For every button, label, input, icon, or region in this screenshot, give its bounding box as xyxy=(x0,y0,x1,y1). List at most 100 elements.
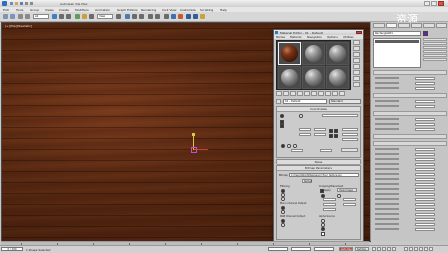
frame-counter[interactable]: 0 / 100 xyxy=(1,247,23,251)
rotate-button[interactable] xyxy=(341,148,358,152)
param-field[interactable] xyxy=(415,222,435,226)
schematic-view-icon[interactable] xyxy=(171,14,176,19)
tiling-u-field[interactable] xyxy=(314,128,326,131)
param-field[interactable] xyxy=(415,152,435,156)
param-field[interactable] xyxy=(415,167,435,171)
x-coordinate-field[interactable] xyxy=(268,247,288,251)
make-unique-button[interactable] xyxy=(311,91,317,96)
rendering-rollout[interactable] xyxy=(373,70,447,75)
jitter-field[interactable] xyxy=(323,208,336,211)
next-frame-button[interactable] xyxy=(387,247,391,251)
param-field[interactable] xyxy=(415,81,435,85)
tab-hierarchy[interactable] xyxy=(398,23,410,28)
align-icon[interactable] xyxy=(155,14,160,19)
param-field[interactable] xyxy=(415,99,435,103)
menu-material[interactable]: Material xyxy=(290,35,301,39)
alpha-as-gray-radio[interactable] xyxy=(281,223,285,227)
alpha-radio[interactable] xyxy=(281,210,285,214)
make-preview-button[interactable] xyxy=(353,70,360,75)
new-file-icon[interactable] xyxy=(10,2,13,5)
menu-edit[interactable]: Edit xyxy=(3,8,9,12)
mirror-v-checkbox[interactable] xyxy=(329,133,333,138)
mirror-icon[interactable] xyxy=(148,14,153,19)
angle-snap-icon[interactable] xyxy=(132,14,137,19)
blur-field[interactable] xyxy=(291,149,303,152)
go-to-end-button[interactable] xyxy=(392,247,396,251)
modifier-list-dropdown[interactable] xyxy=(423,38,447,41)
coordinates-rollout-header[interactable]: Coordinates xyxy=(277,107,360,112)
reset-map-button[interactable] xyxy=(297,91,303,96)
crop-h-field[interactable] xyxy=(343,203,356,206)
get-material-button[interactable] xyxy=(276,91,282,96)
menu-civil-view[interactable]: Civil View xyxy=(162,8,176,12)
sample-slot-6[interactable] xyxy=(326,66,349,89)
curve-editor-icon[interactable] xyxy=(164,14,169,19)
select-object-icon[interactable] xyxy=(52,14,57,19)
y-coordinate-field[interactable] xyxy=(291,247,311,251)
video-check-button[interactable] xyxy=(353,64,360,69)
auto-key-button[interactable]: Auto Key xyxy=(339,247,353,251)
save-file-icon[interactable] xyxy=(20,2,23,5)
menu-rendering[interactable]: Rendering xyxy=(141,8,156,12)
orbit-icon[interactable] xyxy=(414,247,418,251)
object-name-field[interactable]: Rectangle001 xyxy=(373,31,421,36)
menu-animation[interactable]: Animation xyxy=(95,8,110,12)
noise-rollout[interactable]: Noise xyxy=(276,159,361,165)
menu-modes[interactable]: Modes xyxy=(276,35,285,39)
place-radio[interactable] xyxy=(337,194,341,198)
undo-tool-icon[interactable] xyxy=(3,14,8,19)
param-field[interactable] xyxy=(415,217,435,221)
tab-motion[interactable] xyxy=(410,23,422,28)
geometry-rollout[interactable] xyxy=(373,141,447,146)
sample-slot-5[interactable] xyxy=(302,66,325,89)
unlink-icon[interactable] xyxy=(25,14,30,19)
view-image-button[interactable]: View Image xyxy=(337,188,357,192)
premultiplied-alpha-checkbox[interactable] xyxy=(321,232,325,236)
percent-snap-icon[interactable] xyxy=(139,14,144,19)
param-field[interactable] xyxy=(415,197,435,201)
environ-radio[interactable] xyxy=(299,114,303,118)
texture-radio[interactable] xyxy=(280,114,284,118)
sample-slot-4[interactable] xyxy=(278,66,301,89)
redo-tool-icon[interactable] xyxy=(10,14,15,19)
tab-display[interactable] xyxy=(423,23,435,28)
app-logo-icon[interactable] xyxy=(2,1,7,6)
play-button[interactable] xyxy=(382,247,386,251)
pick-material-icon[interactable] xyxy=(276,99,281,104)
wu-radio[interactable] xyxy=(293,144,297,148)
uv-tiling-button[interactable] xyxy=(353,58,360,63)
material-editor-close-button[interactable] xyxy=(356,30,362,34)
param-field[interactable] xyxy=(415,227,435,231)
snap-icon[interactable] xyxy=(125,14,130,19)
menu-views[interactable]: Views xyxy=(45,8,54,12)
menu-graph-editors[interactable]: Graph Editors xyxy=(117,8,138,12)
sample-slot-2[interactable] xyxy=(302,42,325,65)
crop-u-field[interactable] xyxy=(323,198,336,201)
tile-v-checkbox[interactable] xyxy=(334,133,338,138)
open-file-icon[interactable] xyxy=(15,2,18,5)
menu-group[interactable]: Group xyxy=(30,8,39,12)
rotate-icon[interactable] xyxy=(82,14,87,19)
selection-filter-dropdown[interactable]: All xyxy=(33,14,49,19)
assign-material-button[interactable] xyxy=(290,91,296,96)
show-end-result-button[interactable] xyxy=(339,91,345,96)
material-editor-window[interactable]: Material Editor - 01 - Default Modes Mat… xyxy=(273,29,364,242)
mirror-u-checkbox[interactable] xyxy=(329,128,333,133)
modifier-stack-item[interactable] xyxy=(375,40,419,43)
sample-slot-3[interactable] xyxy=(326,42,349,65)
object-color-swatch[interactable] xyxy=(423,31,428,36)
material-editor-icon[interactable] xyxy=(178,14,183,19)
zoom-icon[interactable] xyxy=(404,247,408,251)
select-by-material-button[interactable] xyxy=(353,82,360,87)
put-to-scene-button[interactable] xyxy=(283,91,289,96)
tab-create[interactable] xyxy=(373,23,385,28)
param-field[interactable] xyxy=(415,117,435,121)
tiling-v-field[interactable] xyxy=(314,133,326,136)
material-type-button[interactable]: Standard xyxy=(329,99,361,104)
background-button[interactable] xyxy=(353,52,360,57)
angle-w-field[interactable] xyxy=(342,138,358,141)
menu-navigation[interactable]: Navigation xyxy=(307,35,322,39)
interpolation-rollout[interactable] xyxy=(373,93,447,98)
close-button[interactable] xyxy=(438,1,444,6)
offset-v-field[interactable] xyxy=(299,133,311,136)
